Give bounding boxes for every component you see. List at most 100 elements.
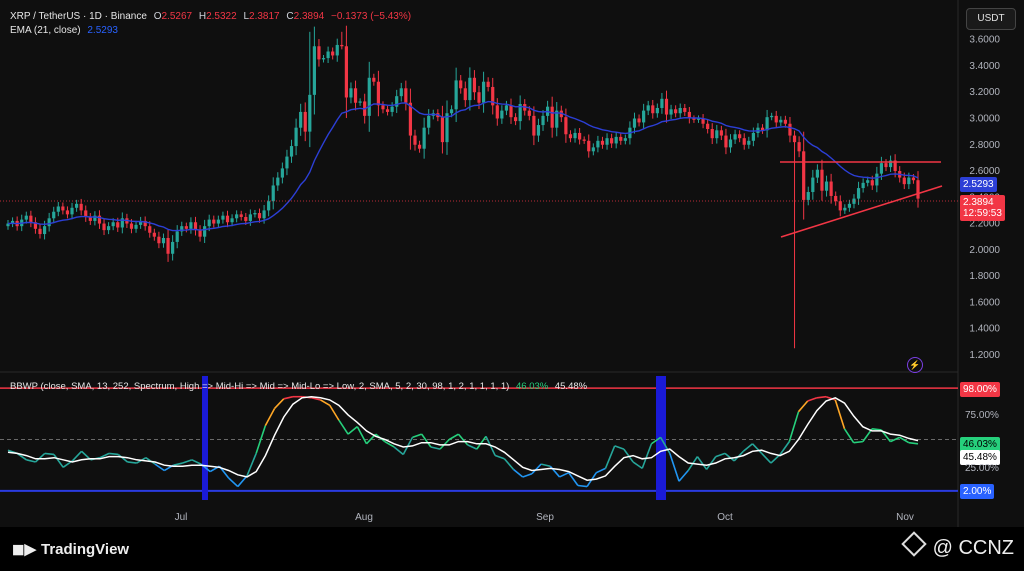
candle-body: [596, 140, 600, 148]
candle-body: [385, 109, 390, 112]
bbwp-spectrum-segment: [853, 440, 863, 444]
candle-body: [774, 115, 778, 123]
candle-body: [225, 215, 230, 223]
candle-body: [779, 119, 783, 123]
candle-body: [449, 109, 454, 114]
candle-body: [207, 219, 211, 227]
candle-body: [623, 138, 627, 141]
ema-value: 2.5293: [87, 25, 118, 36]
candle-body: [715, 130, 719, 139]
candle-body: [788, 123, 792, 136]
candle-body: [610, 138, 614, 144]
high-value: 2.5322: [206, 11, 237, 22]
currency-button[interactable]: USDT: [966, 8, 1016, 30]
candle-body: [660, 98, 664, 108]
candle-body: [38, 228, 42, 235]
ohlc-change: −0.1373 (−5.43%): [331, 11, 412, 22]
chart-background: [0, 0, 1024, 527]
candle-body: [404, 88, 408, 103]
candle-body: [792, 135, 797, 143]
candle-body: [632, 118, 637, 128]
symbol-legend: XRP / TetherUS · 1D · Binance O2.5267 H2…: [10, 11, 415, 22]
bbwp-spectrum-segment: [816, 395, 827, 399]
chart-svg: 1.20001.40001.60001.80002.00002.20002.40…: [0, 0, 1024, 527]
candle-body: [285, 156, 289, 169]
ema-price-label: 2.5293: [960, 177, 997, 192]
candle-body: [651, 105, 655, 114]
candle-body: [454, 80, 458, 110]
candle-body: [509, 105, 513, 118]
candle-body: [335, 44, 339, 56]
time-tick-label: Jul: [175, 512, 188, 523]
candle-body: [655, 107, 659, 114]
candle-body: [486, 81, 490, 87]
bbwp-spectrum-segment: [127, 461, 137, 464]
candle-body: [24, 215, 28, 220]
candle-body: [783, 119, 787, 124]
candle-body: [134, 224, 138, 229]
ohlc-open: O2.5267: [154, 11, 192, 22]
candle-body: [353, 88, 358, 103]
low-value: 2.3817: [249, 11, 280, 22]
candle-body: [102, 223, 106, 231]
footer-bar: [0, 527, 1024, 571]
bbwp-spectrum-segment: [908, 441, 919, 445]
ohlc-high: H2.5322: [199, 11, 237, 22]
candle-body: [152, 232, 156, 237]
candle-body: [358, 101, 362, 103]
high-label: H: [198, 11, 207, 22]
candle-body: [331, 51, 335, 56]
candle-body: [573, 132, 577, 139]
candle-body: [111, 222, 115, 227]
candle-body: [802, 151, 806, 200]
flash-icon[interactable]: ⚡: [907, 357, 923, 373]
candle-body: [806, 192, 810, 200]
time-tick-label: Oct: [717, 512, 733, 523]
last-price-value: 2.3894: [963, 197, 994, 208]
brand-watermark: @ CCNZ: [900, 531, 1014, 560]
candle-body: [605, 138, 609, 145]
candle-body: [683, 107, 687, 112]
candle-body: [276, 177, 280, 186]
candle-body: [600, 140, 605, 145]
candle-body: [532, 115, 536, 136]
candle-body: [911, 177, 916, 181]
candle-body: [513, 117, 518, 122]
tv-logo-icon: ◼▶: [12, 541, 36, 558]
bbwp-label: BBWP (close, SMA, 13, 252, Spectrum, Hig…: [10, 381, 510, 392]
candle-body: [866, 180, 870, 183]
candle-body: [239, 214, 243, 217]
candle-body: [116, 222, 120, 228]
price-tick-label: 2.0000: [969, 245, 1000, 256]
candle-body: [527, 110, 531, 116]
candle-body: [289, 146, 294, 157]
candle-body: [856, 188, 861, 199]
candle-body: [267, 201, 271, 211]
candle-body: [664, 98, 669, 115]
candle-body: [198, 230, 202, 237]
bbwp-spectrum-segment: [871, 428, 882, 431]
close-value: 2.3894: [293, 11, 325, 22]
time-tick-label: Aug: [355, 512, 373, 523]
time-tick-label: Nov: [896, 512, 914, 523]
candle-body: [468, 77, 472, 101]
candle-body: [728, 139, 733, 148]
brand-text: @ CCNZ: [932, 537, 1014, 559]
candle-body: [879, 163, 884, 174]
candle-body: [189, 222, 193, 229]
candle-body: [262, 210, 266, 219]
price-tick-label: 1.6000: [969, 297, 1000, 308]
candle-body: [340, 44, 344, 47]
candle-body: [870, 180, 874, 186]
candle-body: [902, 177, 906, 185]
last-price-label: 2.3894 12:59:53: [960, 195, 1005, 221]
price-tick-label: 1.8000: [969, 271, 1000, 282]
candle-body: [175, 231, 179, 242]
candle-body: [344, 46, 348, 98]
candle-body: [587, 140, 591, 152]
open-value: 2.5267: [161, 11, 193, 22]
diamond-logo-icon: [900, 531, 927, 557]
time-tick-label: Sep: [536, 512, 554, 523]
candle-body: [568, 134, 573, 139]
price-tick-label: 1.4000: [969, 324, 1000, 335]
